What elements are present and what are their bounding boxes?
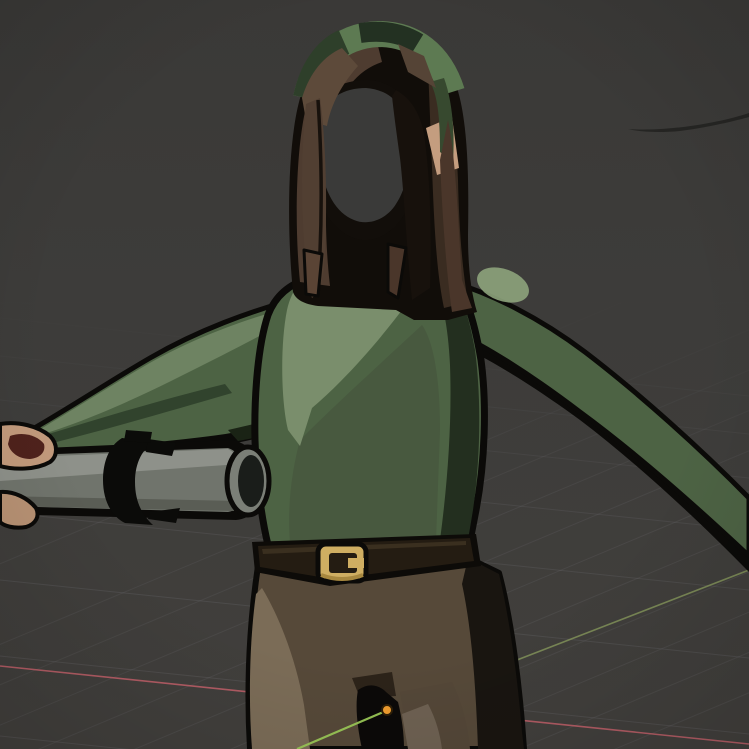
gold-buckle [318, 544, 366, 581]
character-pants [248, 558, 524, 749]
origin-dot [382, 705, 392, 715]
club-end-face [238, 455, 264, 507]
chest-strand-left [304, 250, 322, 296]
character-head [289, 28, 477, 320]
headband-shade-top [360, 32, 418, 43]
buckle-prong [348, 558, 364, 568]
viewport-3d[interactable] [0, 0, 749, 749]
viewport-canvas[interactable] [0, 0, 749, 749]
